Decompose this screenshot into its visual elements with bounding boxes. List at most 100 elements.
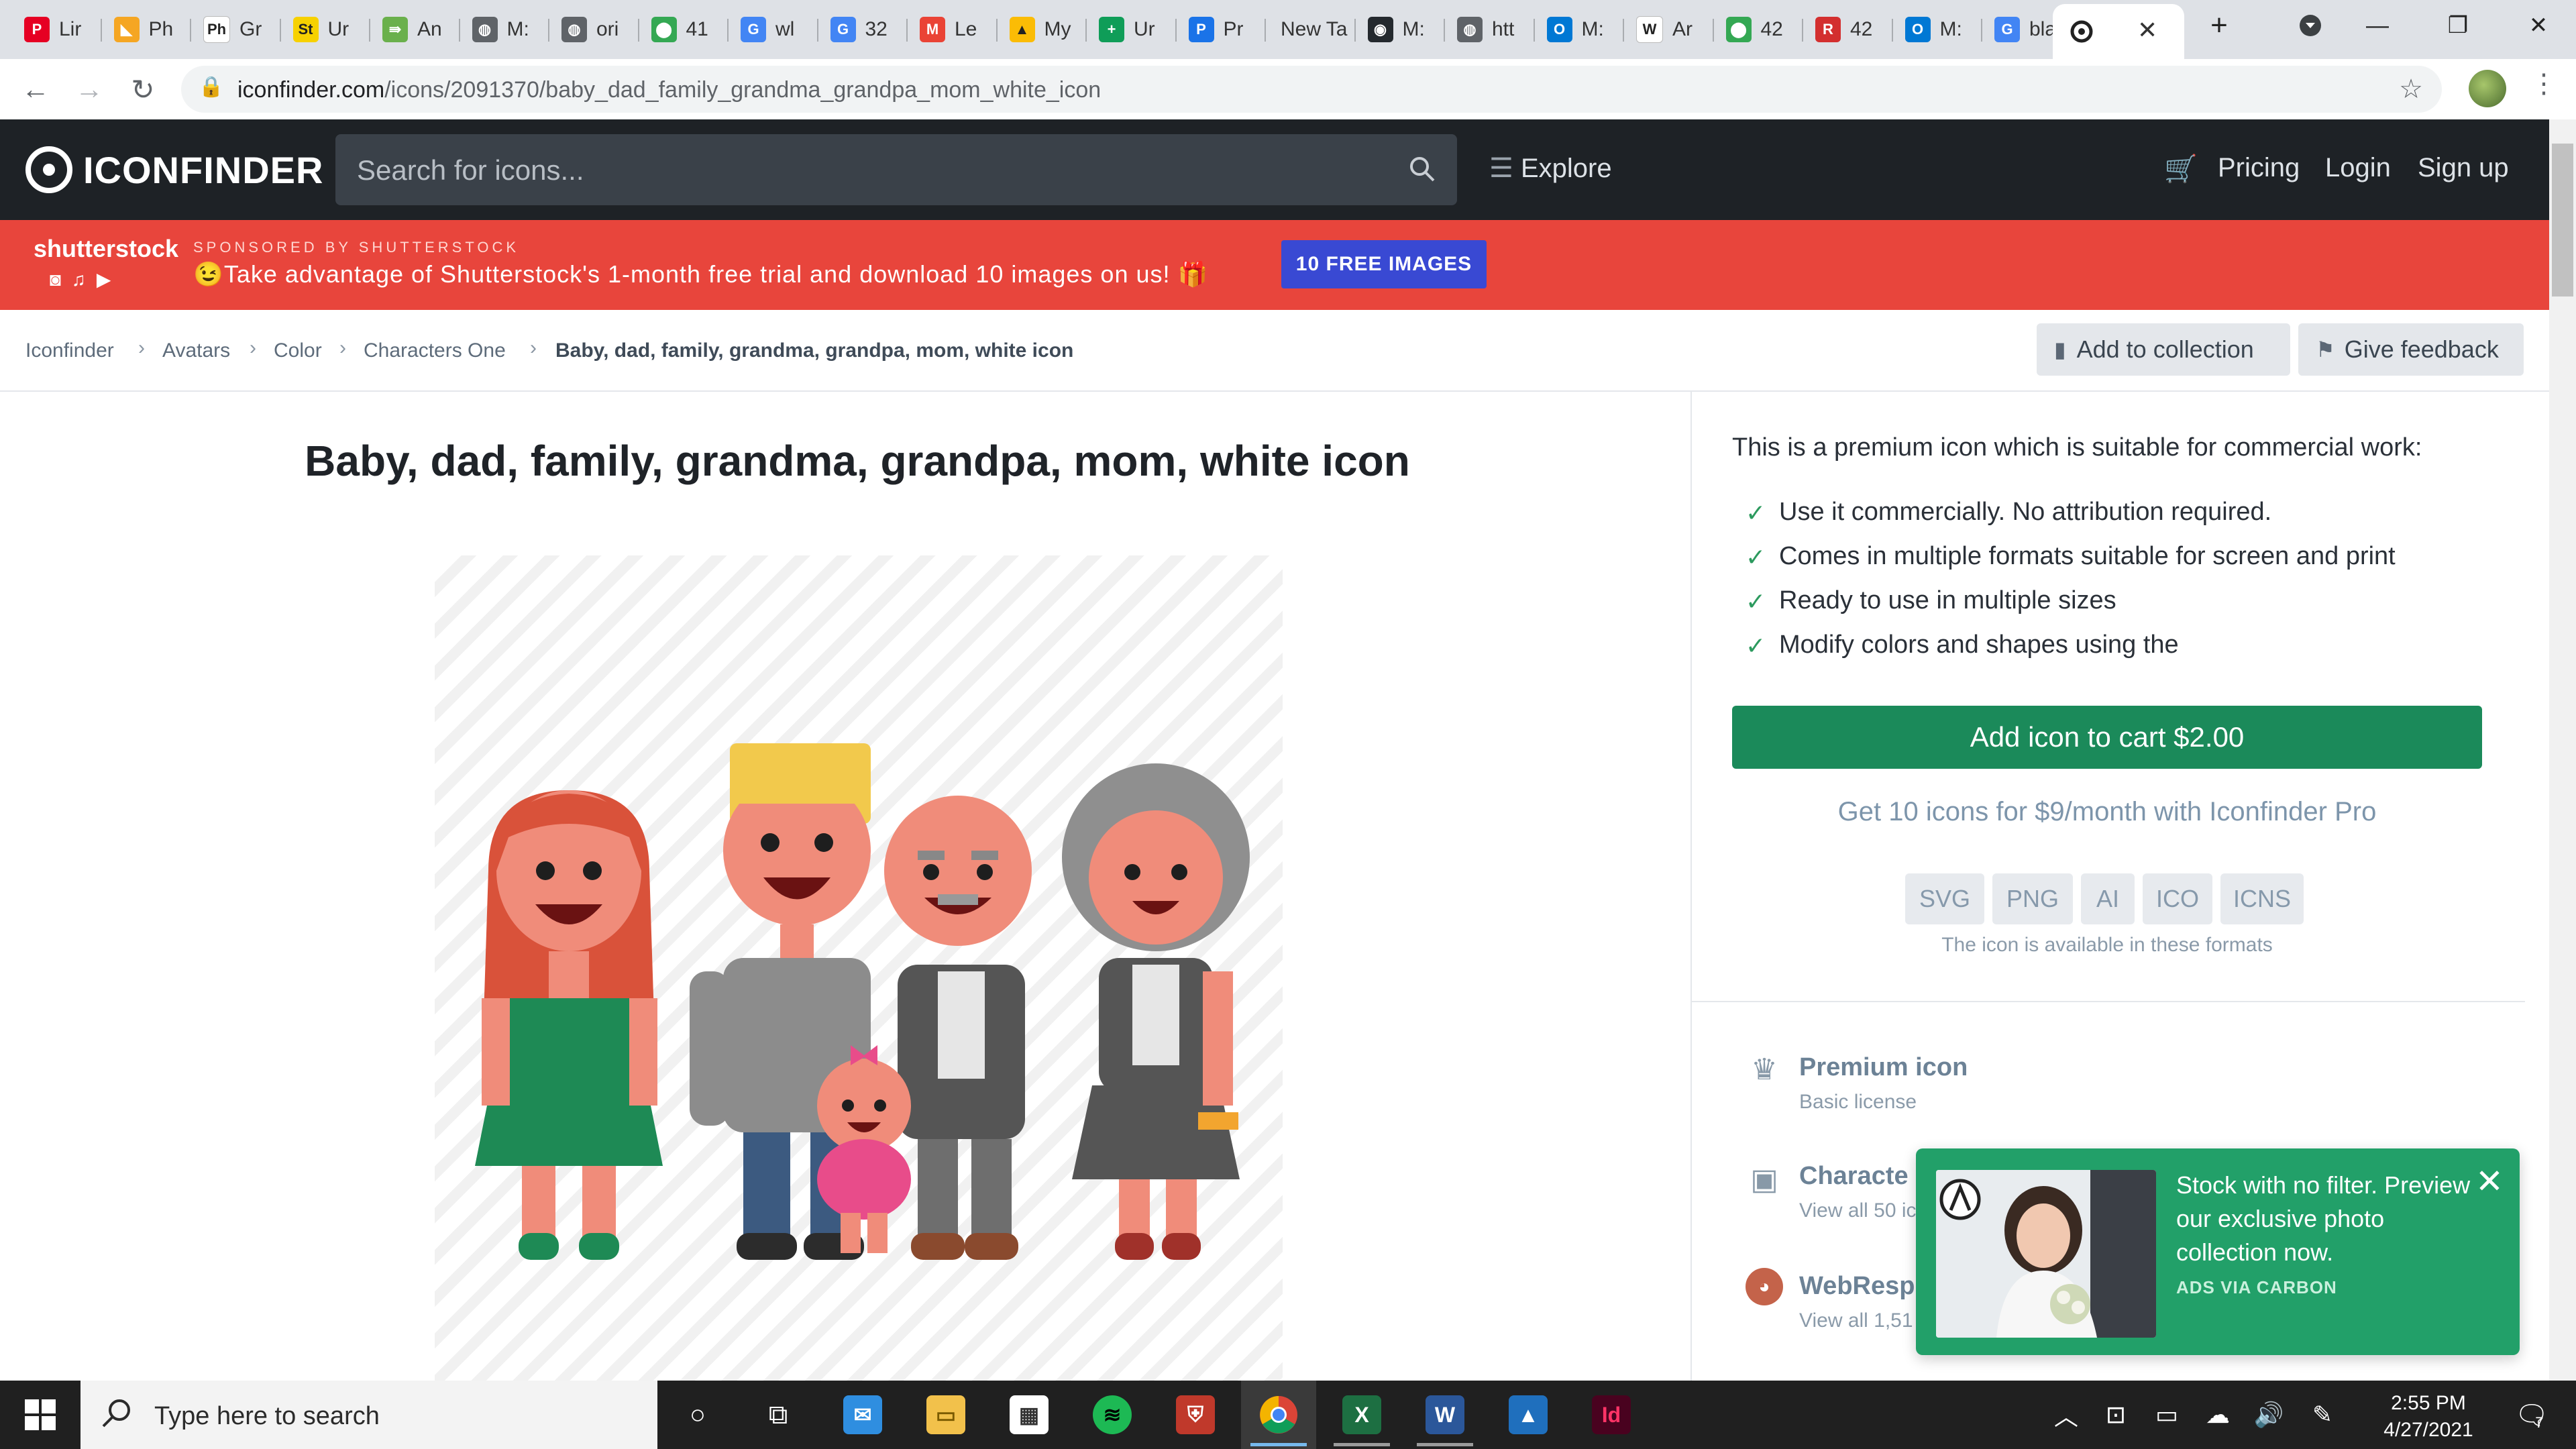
browser-tab[interactable]: O M: — [1893, 4, 1982, 55]
photos-icon[interactable]: ▲ — [1491, 1381, 1566, 1449]
search-input[interactable] — [356, 134, 1391, 207]
browser-tab[interactable]: St Ur — [281, 4, 370, 55]
browser-menu-icon[interactable]: ⋮ — [2530, 68, 2557, 99]
tab-label: Ur — [1134, 18, 1155, 40]
page-scrollbar[interactable] — [2549, 119, 2576, 1381]
url-text[interactable]: iconfinder.com/icons/2091370/baby_dad_fa… — [237, 77, 1101, 103]
breadcrumb-characters-one[interactable]: Characters One — [364, 339, 506, 362]
browser-tab[interactable]: ⬤ 41 — [639, 4, 729, 55]
battery-icon[interactable]: ▭ — [2147, 1381, 2187, 1449]
format-svg[interactable]: SVG — [1905, 873, 1984, 924]
task-view-icon[interactable]: ⧉ — [741, 1381, 816, 1449]
login-link[interactable]: Login — [2325, 153, 2391, 183]
browser-tab[interactable]: W Ar — [1624, 4, 1714, 55]
notification-center-icon[interactable]: 🗨 7 — [2509, 1381, 2563, 1449]
volume-icon[interactable]: 🔊 — [2249, 1381, 2289, 1449]
browser-tab[interactable]: ◍ M: — [460, 4, 549, 55]
browser-tab[interactable]: ◍ ori — [549, 4, 639, 55]
security-app-icon[interactable]: ⛨ — [1158, 1381, 1233, 1449]
bookmark-icon: ▮ — [2054, 337, 2066, 362]
word-icon[interactable]: W — [1407, 1381, 1483, 1449]
iconset-title[interactable]: Characte — [1799, 1162, 1909, 1191]
tray-chevron-up-icon[interactable]: ︿ — [2046, 1381, 2086, 1449]
window-close-icon[interactable]: ✕ — [2498, 0, 2576, 51]
reload-icon[interactable]: ↻ — [122, 68, 164, 110]
author-view-all-link[interactable]: View all 1,51 — [1799, 1309, 1913, 1332]
browser-tab[interactable]: M Le — [908, 4, 998, 55]
ad-image[interactable] — [1936, 1170, 2156, 1338]
author-title[interactable]: WebResp — [1799, 1272, 1915, 1301]
excel-icon[interactable]: X — [1324, 1381, 1399, 1449]
add-to-cart-button[interactable]: Add icon to cart $2.00 — [1732, 706, 2482, 769]
page-title: Baby, dad, family, grandma, grandpa, mom… — [305, 437, 1410, 485]
format-ico[interactable]: ICO — [2143, 873, 2212, 924]
browser-tab[interactable]: ▲ My — [998, 4, 1087, 55]
scrollbar-thumb[interactable] — [2552, 144, 2573, 297]
give-feedback-button[interactable]: ⚑ Give feedback — [2298, 323, 2524, 376]
address-bar[interactable]: 🔒 iconfinder.com/icons/2091370/baby_dad_… — [181, 66, 2442, 113]
browser-tab[interactable]: ◣ Ph — [102, 4, 191, 55]
browser-tab[interactable]: New Ta — [1266, 4, 1356, 55]
iconfinder-logo[interactable]: ICONFINDER — [25, 144, 323, 196]
free-images-button[interactable]: 10 FREE IMAGES — [1281, 240, 1487, 288]
ad-text[interactable]: Stock with no filter. Preview our exclus… — [2176, 1169, 2471, 1269]
globe-icon: ◍ — [1457, 17, 1483, 42]
taskbar-clock[interactable]: 2:55 PM 4/27/2021 — [2361, 1390, 2496, 1444]
pricing-link[interactable]: Pricing — [2218, 153, 2300, 183]
search-icon[interactable] — [1407, 154, 1437, 187]
format-icns[interactable]: ICNS — [2220, 873, 2304, 924]
cortana-icon[interactable]: ○ — [660, 1381, 735, 1449]
forward-arrow-icon[interactable]: → — [68, 68, 110, 110]
carbon-ad[interactable]: Stock with no filter. Preview our exclus… — [1916, 1148, 2520, 1355]
windows-start-icon[interactable] — [0, 1381, 80, 1449]
chrome-icon[interactable] — [1241, 1381, 1316, 1449]
cart-icon[interactable]: 🛒 — [2164, 153, 2198, 184]
minimize-icon[interactable]: — — [2337, 0, 2418, 51]
browser-tab[interactable]: Ph Gr — [191, 4, 281, 55]
browser-tab[interactable]: R 42 — [1803, 4, 1893, 55]
sponsor-banner[interactable]: shutterstock ◙♫▶ SPONSORED BY SHUTTERSTO… — [0, 220, 2549, 310]
breadcrumb-current: Baby, dad, family, grandma, grandpa, mom… — [555, 339, 1074, 362]
mail-icon[interactable]: ✉ — [825, 1381, 900, 1449]
spotify-icon[interactable]: ≋ — [1075, 1381, 1150, 1449]
file-explorer-icon[interactable]: ▭ — [908, 1381, 983, 1449]
breadcrumb-avatars[interactable]: Avatars — [162, 339, 230, 362]
onedrive-icon[interactable]: ☁ — [2198, 1381, 2238, 1449]
breadcrumb-row: Iconfinder › Avatars › Color › Character… — [0, 310, 2549, 392]
ads-via-carbon[interactable]: ADS VIA CARBON — [2176, 1277, 2337, 1298]
signup-link[interactable]: Sign up — [2418, 153, 2509, 183]
add-to-collection-button[interactable]: ▮ Add to collection — [2037, 323, 2290, 376]
arrow-icon: ⇛ — [382, 17, 408, 42]
browser-tab[interactable]: ⇛ An — [370, 4, 460, 55]
taskbar-search-box[interactable]: Type here to search — [80, 1381, 657, 1449]
breadcrumb-color[interactable]: Color — [274, 339, 322, 362]
store-icon[interactable]: ▦ — [991, 1381, 1067, 1449]
iconfinder-pro-link[interactable]: Get 10 icons for $9/month with Iconfinde… — [1732, 797, 2482, 827]
browser-tab[interactable]: P Lir — [12, 4, 102, 55]
format-png[interactable]: PNG — [1992, 873, 2073, 924]
browser-tab[interactable]: Gwl — [729, 4, 818, 55]
browser-tab[interactable]: + Ur — [1087, 4, 1177, 55]
back-arrow-icon[interactable]: ← — [15, 68, 56, 110]
profile-avatar[interactable] — [2469, 70, 2506, 107]
iconfinder-icon — [2069, 19, 2094, 44]
iconset-view-all-link[interactable]: View all 50 ic — [1799, 1199, 1917, 1222]
bookmark-star-icon[interactable]: ☆ — [2399, 74, 2423, 105]
browser-tab[interactable]: ◉ M: — [1356, 4, 1445, 55]
browser-tab[interactable]: ◍ htt — [1445, 4, 1535, 55]
restore-icon[interactable]: ❐ — [2418, 0, 2498, 51]
explore-menu[interactable]: ☰ Explore — [1489, 153, 1612, 184]
browser-tab[interactable]: G 32 — [818, 4, 908, 55]
format-ai[interactable]: AI — [2081, 873, 2135, 924]
browser-tab[interactable]: ⬤ 42 — [1714, 4, 1803, 55]
tray-app-icon[interactable]: ⊡ — [2096, 1381, 2136, 1449]
premium-intro-text: This is a premium icon which is suitable… — [1732, 433, 2422, 462]
ad-close-icon[interactable]: ✕ — [2470, 1162, 2509, 1201]
browser-tab[interactable]: O M: — [1535, 4, 1624, 55]
indesign-icon[interactable]: Id — [1574, 1381, 1649, 1449]
browser-tab[interactable]: P Pr — [1177, 4, 1266, 55]
breadcrumb-iconfinder[interactable]: Iconfinder — [25, 339, 114, 362]
new-tab-button[interactable]: + — [2139, 0, 2228, 51]
icon-preview — [435, 555, 1283, 1381]
pen-icon[interactable]: ✎ — [2302, 1381, 2343, 1449]
